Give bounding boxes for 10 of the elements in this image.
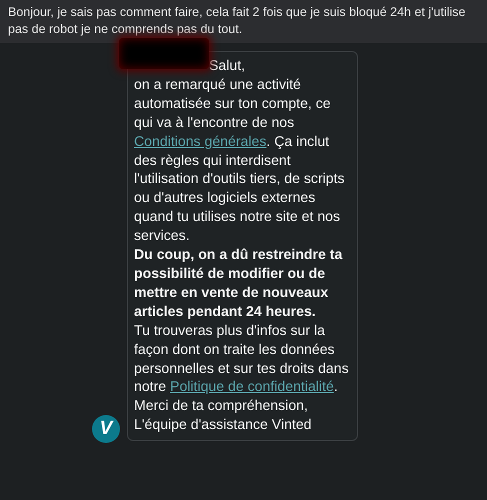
message-paragraph: on a remarqué une activité automatisée sur ton compte, ce qui va à l'encontre de nos Conditions générales. Ça inclut des règles qui interdisent l'utilisation d'outils tiers, de scripts ou d'autres logiciels externes quand tu utilises notre site et nos services. (134, 74, 346, 246)
message-paragraph: L'équipe d'assistance Vinted (134, 415, 313, 434)
link[interactable]: Politique de confidentialité (170, 378, 334, 394)
avatar-icon: V (92, 415, 120, 444)
message-paragraph: Du coup, on a dû restreindre ta possibilité de modifier ou de mettre en vente de nouveaux articles pendant 24 heures. (134, 245, 344, 321)
message-paragraph: Tu trouveras plus d'infos sur la façon dont on traite les données personnelles et sur tes droits dans notre Politique de confidentialité. (134, 320, 350, 396)
message-paragraph: Merci de ta compréhension, (134, 396, 309, 416)
question-text: Bonjour, je sais pas comment faire, cela fait 2 fois que je suis bloqué 24h et j'utilise pas de robot je ne comprends pas du tout. (0, 0, 487, 43)
link[interactable]: Conditions générales (134, 132, 266, 149)
message-paragraph: Salut, (208, 56, 246, 75)
